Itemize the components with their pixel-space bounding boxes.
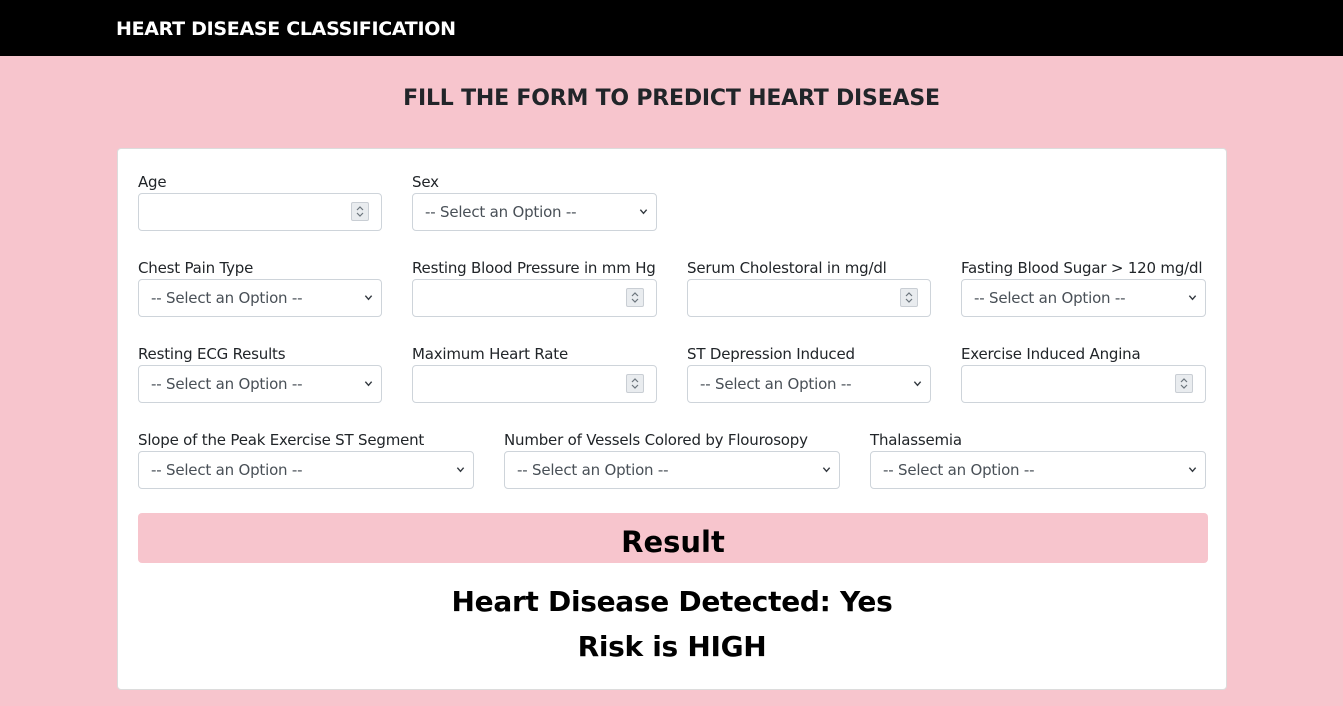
sex-selected-value: -- Select an Option -- bbox=[425, 203, 577, 221]
brand-title[interactable]: HEART DISEASE CLASSIFICATION bbox=[116, 18, 456, 40]
resting-ecg-selected-value: -- Select an Option -- bbox=[151, 375, 303, 393]
fasting-blood-sugar-selected-value: -- Select an Option -- bbox=[974, 289, 1126, 307]
slope-selected-value: -- Select an Option -- bbox=[151, 461, 303, 479]
navbar: HEART DISEASE CLASSIFICATION bbox=[0, 0, 1343, 56]
exercise-angina-label: Exercise Induced Angina bbox=[961, 345, 1141, 363]
chevron-down-icon bbox=[1188, 467, 1197, 473]
resting-ecg-select[interactable]: -- Select an Option -- bbox=[138, 365, 382, 403]
spinner-icon[interactable] bbox=[900, 288, 918, 307]
result-button[interactable]: Result bbox=[138, 513, 1208, 563]
st-depression-selected-value: -- Select an Option -- bbox=[700, 375, 852, 393]
age-label: Age bbox=[138, 173, 167, 191]
spinner-icon[interactable] bbox=[626, 288, 644, 307]
vessels-label: Number of Vessels Colored by Flourosopy bbox=[504, 431, 808, 449]
sex-select[interactable]: -- Select an Option -- bbox=[412, 193, 657, 231]
resting-bp-input[interactable] bbox=[412, 279, 657, 317]
slope-select[interactable]: -- Select an Option -- bbox=[138, 451, 474, 489]
detection-result-text: Heart Disease Detected: Yes bbox=[451, 585, 893, 618]
age-input[interactable] bbox=[138, 193, 382, 231]
thalassemia-selected-value: -- Select an Option -- bbox=[883, 461, 1035, 479]
serum-cholesterol-label: Serum Cholestoral in mg/dl bbox=[687, 259, 887, 277]
fasting-blood-sugar-select[interactable]: -- Select an Option -- bbox=[961, 279, 1206, 317]
chevron-down-icon bbox=[822, 467, 831, 473]
st-depression-select[interactable]: -- Select an Option -- bbox=[687, 365, 931, 403]
sex-label: Sex bbox=[412, 173, 439, 191]
chest-pain-label: Chest Pain Type bbox=[138, 259, 254, 277]
spinner-icon[interactable] bbox=[626, 374, 644, 393]
chevron-down-icon bbox=[364, 295, 373, 301]
vessels-selected-value: -- Select an Option -- bbox=[517, 461, 669, 479]
spinner-icon[interactable] bbox=[351, 202, 369, 221]
chevron-down-icon bbox=[639, 209, 648, 215]
chest-pain-select[interactable]: -- Select an Option -- bbox=[138, 279, 382, 317]
chevron-down-icon bbox=[913, 381, 922, 387]
st-depression-label: ST Depression Induced bbox=[687, 345, 855, 363]
exercise-angina-input[interactable] bbox=[961, 365, 1206, 403]
slope-label: Slope of the Peak Exercise ST Segment bbox=[138, 431, 425, 449]
page-heading: FILL THE FORM TO PREDICT HEART DISEASE bbox=[403, 86, 940, 111]
serum-cholesterol-input[interactable] bbox=[687, 279, 931, 317]
fasting-blood-sugar-label: Fasting Blood Sugar > 120 mg/dl bbox=[961, 259, 1203, 277]
vessels-select[interactable]: -- Select an Option -- bbox=[504, 451, 840, 489]
chevron-down-icon bbox=[456, 467, 465, 473]
prediction-form: Age Sex -- Select an Option -- Chest Pai… bbox=[117, 148, 1227, 690]
chest-pain-selected-value: -- Select an Option -- bbox=[151, 289, 303, 307]
chevron-down-icon bbox=[364, 381, 373, 387]
thalassemia-label: Thalassemia bbox=[870, 431, 962, 449]
max-heart-rate-input[interactable] bbox=[412, 365, 657, 403]
chevron-down-icon bbox=[1188, 295, 1197, 301]
resting-ecg-label: Resting ECG Results bbox=[138, 345, 286, 363]
thalassemia-select[interactable]: -- Select an Option -- bbox=[870, 451, 1206, 489]
max-heart-rate-label: Maximum Heart Rate bbox=[412, 345, 568, 363]
risk-level-text: Risk is HIGH bbox=[577, 630, 767, 663]
resting-bp-label: Resting Blood Pressure in mm Hg bbox=[412, 259, 656, 277]
spinner-icon[interactable] bbox=[1175, 374, 1193, 393]
